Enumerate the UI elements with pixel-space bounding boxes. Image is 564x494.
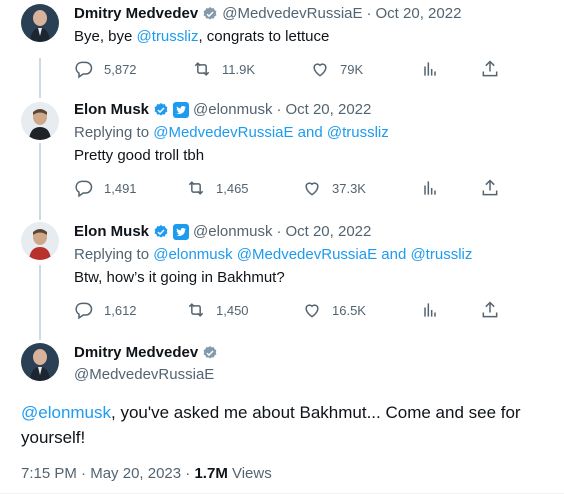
- mention-link[interactable]: @trussliz: [137, 28, 199, 45]
- reply-count: 1,491: [104, 180, 137, 196]
- tweet-text: Bye, bye @trussliz, congrats to lettuce: [74, 27, 552, 47]
- retweet-count: 1,450: [216, 302, 249, 318]
- reply-button[interactable]: 1,612: [74, 300, 137, 320]
- share-button[interactable]: [480, 300, 510, 320]
- retweet-icon: [194, 62, 210, 76]
- author-name[interactable]: Dmitry Medvedev: [74, 4, 198, 24]
- replying-to: Replying to @elonmusk @MedvedevRussiaE a…: [74, 245, 552, 265]
- separator-dot: ·: [81, 465, 87, 482]
- reply-icon: [75, 302, 93, 320]
- separator-dot: ·: [366, 5, 372, 22]
- avatar[interactable]: [21, 222, 59, 260]
- like-count: 79K: [340, 61, 364, 77]
- author-handle[interactable]: @MedvedevRussiaE: [74, 365, 214, 385]
- retweet-button[interactable]: 1,465: [186, 178, 249, 198]
- like-button[interactable]: 79K: [310, 59, 363, 79]
- tweet-actions: 1,491 1,465 37.3K: [74, 178, 504, 198]
- like-button[interactable]: 16.5K: [302, 300, 366, 320]
- tweet-text: Btw, how’s it going in Bakhmut?: [74, 269, 285, 286]
- share-icon: [482, 301, 498, 318]
- separator-dot: ·: [185, 465, 191, 482]
- retweet-button[interactable]: 1,450: [186, 300, 249, 320]
- reply-count: 1,612: [104, 302, 137, 318]
- tweet-text-part: Bye, bye: [74, 28, 137, 45]
- analytics-icon: [424, 62, 436, 76]
- like-count: 37.3K: [332, 180, 366, 196]
- tweet-text: @elonmusk, you've asked me about Bakhmut…: [21, 400, 551, 450]
- views-button[interactable]: [420, 178, 450, 198]
- verified-icon: [153, 102, 169, 118]
- views-button[interactable]: [420, 300, 450, 320]
- heart-icon: [313, 63, 327, 77]
- author-handle[interactable]: @elonmusk: [193, 100, 272, 120]
- retweet-count: 11.9K: [222, 61, 256, 77]
- heart-icon: [305, 304, 319, 318]
- verified-icon: [153, 224, 169, 240]
- avatar[interactable]: [21, 102, 59, 140]
- share-button[interactable]: [480, 59, 510, 79]
- grey-verified-icon: [202, 6, 218, 22]
- replying-to: Replying to @MedvedevRussiaE and @trussl…: [74, 123, 552, 143]
- analytics-icon: [424, 303, 436, 317]
- views-count: 1.7M: [194, 465, 228, 482]
- separator-dot: ·: [276, 101, 282, 118]
- twitter-bird-icon: [173, 224, 190, 240]
- author-name[interactable]: Elon Musk: [74, 100, 149, 120]
- grey-verified-icon: [202, 345, 218, 361]
- replying-to-label: Replying to: [74, 246, 154, 263]
- tweet-actions: 5,872 11.9K 79K: [74, 59, 504, 79]
- author-name[interactable]: Elon Musk: [74, 222, 149, 242]
- thread-line: [39, 143, 41, 220]
- reply-button[interactable]: 5,872: [74, 59, 137, 79]
- reply-icon: [75, 180, 93, 198]
- twitter-bird-icon: [173, 102, 190, 118]
- reply-button[interactable]: 1,491: [74, 178, 137, 198]
- like-count: 16.5K: [332, 302, 366, 318]
- tweet-meta: 7:15 PM · May 20, 2023 · 1.7M Views: [21, 464, 272, 484]
- heart-icon: [305, 182, 319, 196]
- tweet-text-part: , congrats to lettuce: [198, 28, 330, 45]
- tweet-date[interactable]: Oct 20, 2022: [376, 4, 462, 24]
- thread-line: [39, 265, 41, 340]
- share-icon: [482, 179, 498, 196]
- author-handle[interactable]: @MedvedevRussiaE: [222, 4, 362, 24]
- mention-link[interactable]: @elonmusk: [21, 403, 111, 422]
- retweet-icon: [188, 303, 204, 317]
- thread-line: [39, 58, 41, 98]
- retweet-button[interactable]: 11.9K: [192, 59, 255, 79]
- tweet-time[interactable]: 7:15 PM: [21, 465, 77, 482]
- retweet-icon: [188, 181, 204, 195]
- reply-icon: [75, 61, 93, 79]
- like-button[interactable]: 37.3K: [302, 178, 366, 198]
- share-button[interactable]: [480, 178, 510, 198]
- replying-to-links[interactable]: @MedvedevRussiaE and @trussliz: [153, 124, 389, 141]
- tweet-date[interactable]: Oct 20, 2022: [285, 100, 371, 120]
- tweet-date[interactable]: May 20, 2023: [90, 465, 181, 482]
- replying-to-links[interactable]: @elonmusk @MedvedevRussiaE and @trussliz: [153, 246, 472, 263]
- views-button[interactable]: [420, 59, 450, 79]
- author-name[interactable]: Dmitry Medvedev: [74, 343, 198, 363]
- analytics-icon: [424, 181, 436, 195]
- avatar[interactable]: [21, 343, 59, 381]
- reply-count: 5,872: [104, 61, 137, 77]
- author-handle[interactable]: @elonmusk: [193, 222, 272, 242]
- avatar[interactable]: [21, 4, 59, 42]
- tweet-text: Pretty good troll tbh: [74, 147, 205, 164]
- tweet-date[interactable]: Oct 20, 2022: [285, 222, 371, 242]
- views-label: Views: [227, 465, 272, 482]
- separator-dot: ·: [276, 223, 282, 240]
- retweet-count: 1,465: [216, 180, 249, 196]
- tweet-actions: 1,612 1,450 16.5K: [74, 300, 504, 320]
- share-icon: [482, 60, 498, 77]
- replying-to-label: Replying to: [74, 124, 154, 141]
